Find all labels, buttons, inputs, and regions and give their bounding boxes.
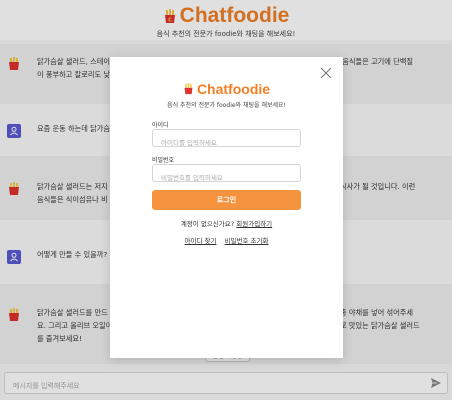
find-id-link[interactable]: 아이디 찾기 <box>185 237 217 245</box>
modal-logo: Chatfoodie 음식 추천의 전문가 foodie와 채팅을 해보세요! <box>110 81 343 109</box>
signup-row: 계정이 없으신가요? 회원가입하기 <box>110 218 343 228</box>
account-recovery-row: 아이디 찾기 비밀번호 초기화 <box>110 235 343 245</box>
reset-password-link[interactable]: 비밀번호 초기화 <box>225 237 269 245</box>
signup-link[interactable]: 회원가입하기 <box>236 220 272 228</box>
password-label: 비밀번호 <box>152 157 175 164</box>
id-field <box>152 129 301 151</box>
modal-title: Chatfoodie <box>196 81 271 97</box>
password-field <box>152 164 301 186</box>
close-icon[interactable] <box>320 67 332 79</box>
password-input[interactable] <box>153 170 300 186</box>
fries-icon <box>184 83 193 95</box>
id-input[interactable] <box>153 135 300 151</box>
modal-subtitle: 음식 추천의 전문가 foodie와 채팅을 해보세요! <box>167 102 286 109</box>
id-label: 아이디 <box>152 122 169 129</box>
login-modal: Chatfoodie 음식 추천의 전문가 foodie와 채팅을 해보세요! … <box>110 57 343 358</box>
no-account-text: 계정이 없으신가요? <box>180 220 235 228</box>
login-button[interactable]: 로그인 <box>152 190 301 210</box>
